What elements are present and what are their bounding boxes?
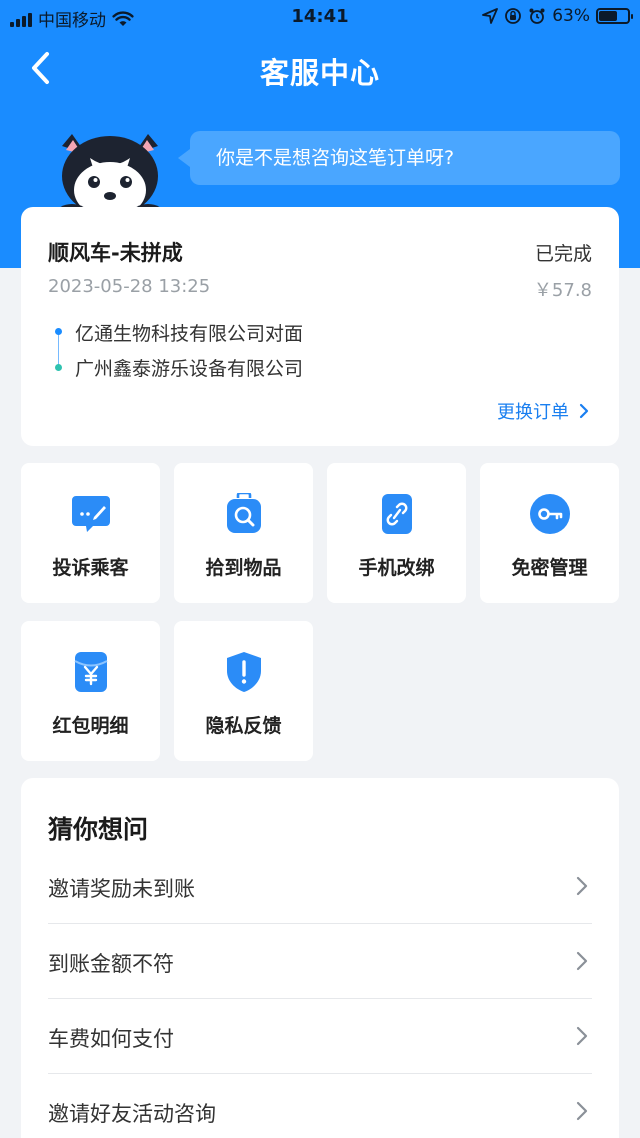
service-label: 投诉乘客 — [52, 557, 129, 579]
faq-item[interactable]: 邀请奖励未到账 — [48, 849, 592, 924]
faq-card: 猜你想问 邀请奖励未到账 到账金额不符 车费如何支付 邀请好友活动咨询 — [21, 778, 619, 1138]
service-red-packet[interactable]: 红包明细 — [21, 621, 160, 761]
service-label: 拾到物品 — [205, 557, 282, 579]
service-label: 红包明细 — [52, 715, 129, 737]
route-connector — [58, 331, 59, 367]
complaint-chat-icon — [72, 496, 110, 532]
order-datetime: 2023-05-28 13:25 — [48, 276, 211, 297]
location-arrow-icon — [482, 8, 499, 24]
service-lost-item[interactable]: 拾到物品 — [174, 463, 313, 603]
service-complaint-passenger[interactable]: 投诉乘客 — [21, 463, 160, 603]
service-privacy-feedback[interactable]: 隐私反馈 — [174, 621, 313, 761]
service-label: 手机改绑 — [358, 557, 435, 579]
rotation-lock-icon — [505, 8, 522, 24]
phone-link-icon — [382, 494, 412, 534]
battery-fill — [599, 11, 617, 21]
faq-item[interactable]: 车费如何支付 — [48, 999, 592, 1074]
key-icon — [530, 494, 570, 534]
faq-item-label: 邀请奖励未到账 — [48, 877, 195, 901]
faq-item[interactable]: 邀请好友活动咨询 — [48, 1074, 592, 1138]
order-price: ￥57.8 — [533, 280, 592, 301]
chat-bubble: 你是不是想咨询这笔订单呀? — [178, 131, 620, 185]
faq-item[interactable]: 到账金额不符 — [48, 924, 592, 999]
status-right: 63% — [482, 6, 633, 26]
chevron-right-icon — [576, 1026, 588, 1046]
route-to: 广州鑫泰游乐设备有限公司 — [75, 358, 304, 380]
service-password-free[interactable]: 免密管理 — [480, 463, 619, 603]
route-start-dot — [55, 328, 62, 335]
order-status: 已完成 — [534, 243, 592, 265]
faq-item-label: 到账金额不符 — [48, 952, 174, 976]
faq-title: 猜你想问 — [48, 815, 149, 844]
service-phone-rebind[interactable]: 手机改绑 — [327, 463, 466, 603]
faq-item-label: 邀请好友活动咨询 — [48, 1102, 216, 1126]
chat-bubble-text: 你是不是想咨询这笔订单呀? — [216, 147, 455, 169]
change-order-label: 更换订单 — [497, 402, 569, 423]
service-label: 免密管理 — [511, 557, 588, 579]
status-bar: 中国移动 14:41 63% — [0, 0, 640, 34]
shield-alert-icon — [227, 652, 261, 692]
order-title: 顺风车-未拼成 — [48, 241, 183, 265]
chevron-right-icon — [576, 1101, 588, 1121]
red-packet-yuan-icon — [74, 652, 108, 692]
route-end-dot — [55, 364, 62, 371]
battery-percent: 63% — [552, 6, 590, 26]
chevron-right-icon — [579, 403, 589, 419]
lost-item-bag-icon — [227, 493, 261, 533]
service-label: 隐私反馈 — [205, 715, 282, 737]
battery-icon — [596, 8, 633, 24]
route-from: 亿通生物科技有限公司对面 — [75, 323, 304, 345]
alarm-icon — [529, 8, 545, 24]
faq-item-label: 车费如何支付 — [48, 1027, 174, 1051]
page-title: 客服中心 — [259, 56, 380, 90]
chevron-right-icon — [576, 876, 588, 896]
change-order-link[interactable]: 更换订单 — [497, 398, 589, 424]
order-card[interactable]: 顺风车-未拼成 已完成 2023-05-28 13:25 ￥57.8 亿通生物科… — [21, 207, 619, 446]
chevron-right-icon — [576, 951, 588, 971]
